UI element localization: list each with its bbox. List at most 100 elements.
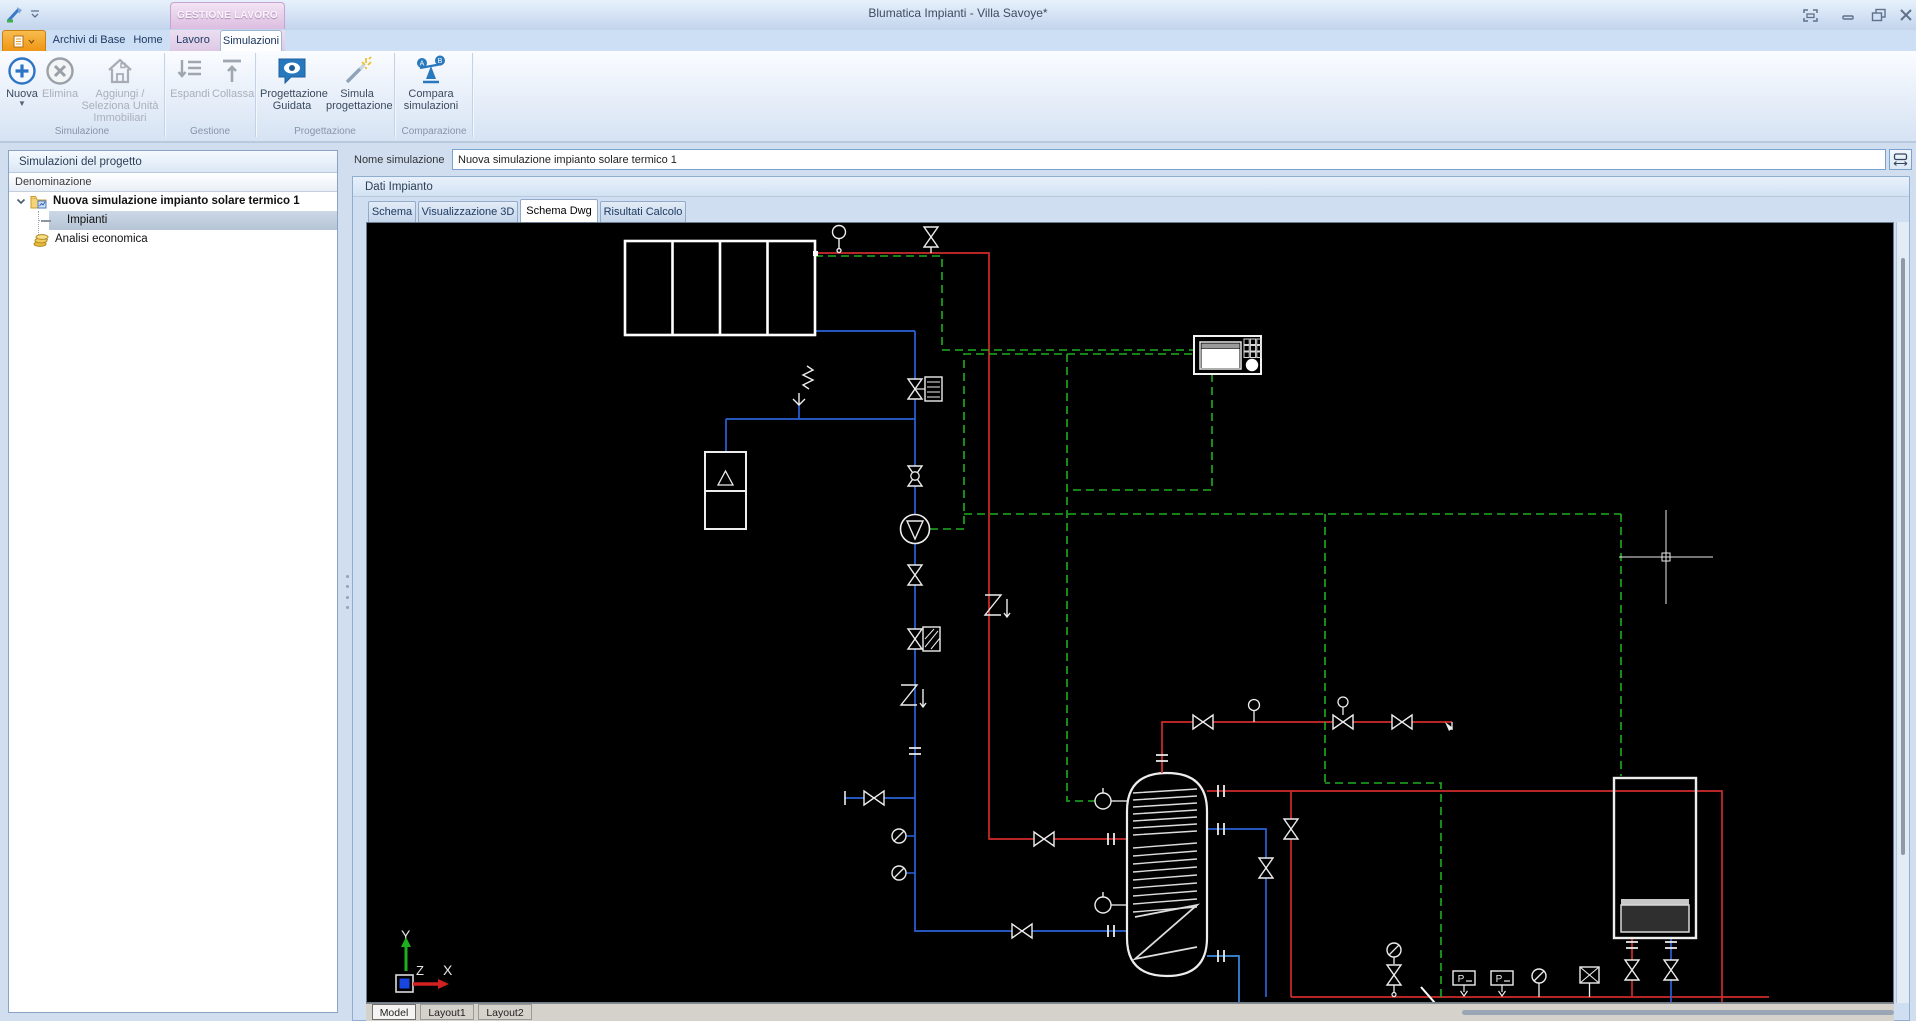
canvas-vertical-scrollbar[interactable] [1896,222,1909,1003]
restore-button[interactable] [1869,6,1889,24]
expansion-vessel [705,452,746,529]
ribbon-group-separator [255,53,257,137]
relief-valve-icon [793,366,813,405]
layout-tab-layout2[interactable]: Layout2 [478,1004,532,1020]
add-circle-icon [4,54,40,88]
ribbon-group-separator [164,53,166,137]
valve-icon [1664,960,1678,980]
layout-tab-layout1[interactable]: Layout1 [420,1004,474,1020]
espandi-button[interactable]: Espandi [170,54,210,124]
tab-home[interactable]: Home [130,30,166,51]
contextual-tab-group: GESTIONE LAVORO [170,2,285,29]
fullscreen-button[interactable] [1800,6,1820,24]
motorized-valve-icon [908,377,942,401]
valve-icon [1034,832,1054,846]
simulation-name-input[interactable] [452,149,1886,170]
dwg-drawing: P P Y Z X [367,223,1893,1002]
dash-icon [41,220,51,222]
tree-node-simulation[interactable]: Nuova simulazione impianto solare termic… [9,192,337,211]
progettazione-guidata-button[interactable]: Progettazione Guidata [260,54,324,124]
pump-icon [901,515,930,544]
ribbon-group-separator [472,53,474,137]
compara-simulazioni-button[interactable]: A B Compara simulazioni [398,54,464,124]
dwg-canvas[interactable]: P P Y Z X [366,222,1894,1003]
expand-tree-icon [170,54,210,88]
aggiungi-seleziona-button[interactable]: Aggiungi / Seleziona Unità Immobiliari [78,54,162,124]
valve-icon [1284,819,1298,839]
layout-tab-model[interactable]: Model [372,1004,416,1020]
tab-lavoro[interactable]: Lavoro [168,30,218,51]
house-icon [78,54,162,88]
elimina-button[interactable]: Elimina [42,54,78,124]
document-icon [13,35,25,48]
gauge-valve-assembly [1387,943,1401,997]
cold-pipes [726,331,1671,1002]
boiler [1614,778,1696,938]
solar-collector-array [625,241,818,335]
storage-tank [1095,751,1207,976]
balance-scale-icon: A B [398,54,464,88]
tab-archivi-di-base[interactable]: Archivi di Base [50,30,128,51]
bottom-instruments: P P [1387,943,1599,1002]
tab-schema[interactable]: Schema [368,201,416,222]
tab-risultati-calcolo[interactable]: Risultati Calcolo [600,201,686,222]
dhw-pipe [1207,956,1239,1002]
crosshair-cursor [1619,510,1713,604]
measure-icon [1893,153,1908,166]
check-valve-icon [901,685,926,707]
name-field-tool-button[interactable] [1889,149,1912,170]
safety-valve-top-icon [924,227,938,253]
pressure-switch-icon: P [1453,971,1475,996]
pressure-switch-icon: P [1491,971,1513,996]
tree-node-impianti[interactable]: Impianti [9,211,337,230]
ribbon-group-separator [394,53,396,137]
eye-bubble-icon [260,54,324,88]
tab-visualizzazione-3d[interactable]: Visualizzazione 3D [418,201,518,222]
valve-icon [1012,924,1032,938]
dati-impianto-title: Dati Impianto [353,177,1909,197]
minimize-button[interactable] [1838,6,1858,24]
chevron-down-icon[interactable] [16,197,26,206]
hot-pipes [815,253,1769,1002]
valve-icon [908,565,922,585]
tree-node-label[interactable]: Impianti [67,211,107,230]
svg-text:A: A [420,61,425,68]
project-simulations-panel: Simulazioni del progetto Denominazione N… [8,150,338,1013]
chevron-down-icon [28,39,35,44]
gauge-icon [1532,969,1546,997]
gauge-icon [892,829,915,843]
svg-text:P: P [1458,974,1465,985]
collassa-button[interactable]: Collassa [212,54,252,124]
delete-circle-icon [42,54,78,88]
air-vent-icon [833,226,846,253]
tree-node-label[interactable]: Analisi economica [55,230,148,249]
app-menu-button[interactable] [2,30,46,51]
tab-schema-dwg[interactable]: Schema Dwg [520,199,598,222]
nuova-button[interactable]: Nuova ▼ [4,54,40,124]
ribbon-tab-row [0,30,1916,51]
simula-progettazione-button[interactable]: Simula progettazione [326,54,388,124]
horizontal-scrollbar-thumb[interactable] [1462,1010,1894,1015]
window-title: Blumatica Impianti - Villa Savoye* [0,6,1916,20]
tree-node-label[interactable]: Nuova simulazione impianto solare termic… [53,192,300,211]
expansion-box-icon [1580,967,1599,997]
tree-node-analisi-economica[interactable]: Analisi economica [9,230,337,249]
ball-valve-icon [908,466,922,486]
valve-icon [1259,858,1273,878]
group-label-gestione: Gestione [166,126,254,139]
mixing-line-items [1193,697,1453,731]
tab-simulazioni[interactable]: Simulazioni [220,30,282,51]
coins-icon [33,233,49,247]
tank-sensor-icon [1095,788,1127,809]
column-header-denominazione[interactable]: Denominazione [9,173,337,192]
svg-text:X: X [443,962,453,978]
gauge-icon [892,866,915,880]
svg-text:B: B [438,58,443,65]
dropdown-arrow-icon: ▼ [4,100,40,107]
close-button[interactable] [1896,6,1916,24]
solar-controller [1194,336,1261,374]
panel-splitter[interactable] [344,575,350,609]
vertical-scrollbar-thumb[interactable] [1901,258,1905,855]
titlebar: Blumatica Impianti - Villa Savoye* GESTI… [0,0,1916,31]
collapse-tree-icon [212,54,252,88]
